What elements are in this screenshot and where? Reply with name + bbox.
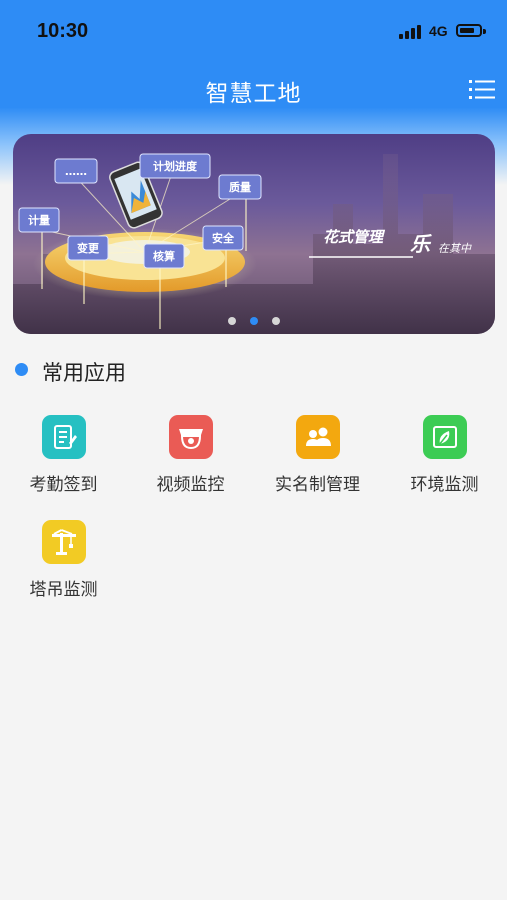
app-realname-management[interactable]: 实名制管理 xyxy=(254,415,381,515)
section-dot-icon xyxy=(15,363,28,376)
app-label: 塔吊监测 xyxy=(29,580,98,600)
carousel-dot-3[interactable] xyxy=(272,317,280,325)
banner-tag-1: 计划进度 xyxy=(153,159,198,173)
workers-icon xyxy=(296,415,340,459)
tower-crane-icon xyxy=(42,520,86,564)
app-label: 环境监测 xyxy=(410,475,479,495)
section-title: 常用应用 xyxy=(42,361,126,385)
cellular-signal-icon xyxy=(399,25,423,39)
banner-slogan-part1: 花式管理 xyxy=(323,228,384,246)
status-time: 10:30 xyxy=(37,20,89,42)
banner-tag-2: 质量 xyxy=(229,180,251,194)
banner-tag-0: …… xyxy=(65,165,87,178)
battery-icon xyxy=(456,24,486,37)
banner-slogan-part2: 乐 xyxy=(410,232,430,256)
carousel-dot-2[interactable] xyxy=(250,317,258,325)
app-video-monitor[interactable]: 视频监控 xyxy=(127,415,254,515)
banner-slogan-part3: 在其中 xyxy=(438,242,471,255)
app-attendance[interactable]: 考勤签到 xyxy=(0,415,127,515)
banner-tag-6: 安全 xyxy=(212,231,235,245)
camera-icon xyxy=(169,415,213,459)
app-label: 实名制管理 xyxy=(275,475,360,495)
list-menu-icon[interactable] xyxy=(469,78,495,102)
app-tower-crane-monitor[interactable]: 塔吊监测 xyxy=(0,520,127,620)
status-bar: 10:30 4G xyxy=(0,0,507,62)
app-label: 考勤签到 xyxy=(29,475,98,495)
page-title: 智慧工地 xyxy=(205,81,302,107)
banner-tag-4: 变更 xyxy=(77,241,100,255)
banner-tag-5: 核算 xyxy=(153,249,175,263)
network-type: 4G xyxy=(429,23,448,39)
carousel-dot-1[interactable] xyxy=(228,317,236,325)
environment-icon xyxy=(423,415,467,459)
app-label: 视频监控 xyxy=(156,475,225,495)
attendance-icon xyxy=(42,415,86,459)
banner-tag-3: 计量 xyxy=(28,213,50,227)
app-environment-monitor[interactable]: 环境监测 xyxy=(381,415,507,515)
